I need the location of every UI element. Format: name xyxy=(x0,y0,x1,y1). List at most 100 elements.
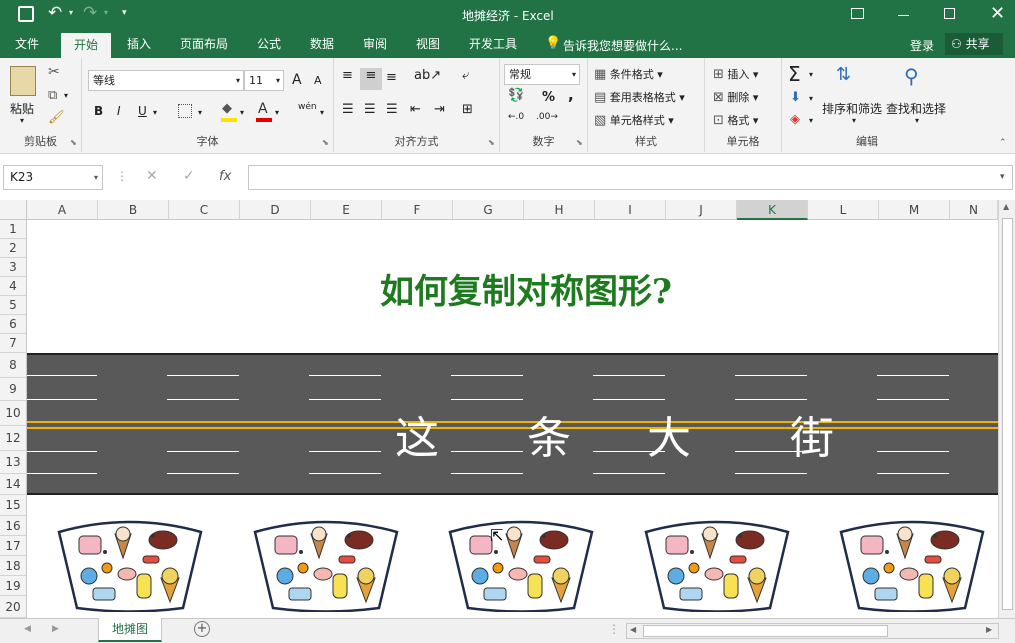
row-header[interactable]: 7 xyxy=(0,334,27,353)
cell-styles-button[interactable]: ▧ 单元格样式 ▾ xyxy=(594,112,674,128)
row-header[interactable]: 1 xyxy=(0,220,27,239)
font-launcher-icon[interactable]: ⬊ xyxy=(322,138,329,147)
row-header[interactable]: 20 xyxy=(0,596,27,618)
percent-button[interactable]: % xyxy=(542,90,555,105)
row-header[interactable]: 6 xyxy=(0,315,27,334)
horizontal-scrollbar[interactable]: ◀ ▶ xyxy=(626,623,999,639)
tab-data[interactable]: 数据 xyxy=(301,30,343,58)
column-header[interactable]: H xyxy=(524,200,595,220)
font-name-select[interactable]: 等线 ▾ xyxy=(88,70,244,91)
increase-indent-icon[interactable]: ⇥ xyxy=(434,102,445,117)
close-icon[interactable]: ✕ xyxy=(990,3,1005,24)
paste-dropdown-icon[interactable]: ▾ xyxy=(20,116,24,125)
next-sheet-icon[interactable]: ▶ xyxy=(52,624,59,634)
scroll-up-icon[interactable]: ▲ xyxy=(1003,202,1009,211)
tab-insert[interactable]: 插入 xyxy=(118,30,160,58)
fill-icon[interactable]: ⬇ xyxy=(790,90,801,105)
decrease-decimal-icon[interactable]: .00→ xyxy=(536,112,558,122)
align-top-icon[interactable]: ≡ xyxy=(342,68,353,83)
tab-developer[interactable]: 开发工具 xyxy=(460,30,526,58)
accounting-format-icon[interactable]: 💱 xyxy=(508,88,524,103)
orientation-icon[interactable]: ab↗ xyxy=(414,68,441,83)
column-header[interactable]: M xyxy=(879,200,950,220)
tab-file[interactable]: 文件 xyxy=(5,30,49,58)
align-center-icon[interactable]: ☰ xyxy=(364,102,376,117)
fill-color-icon[interactable]: ◆ xyxy=(222,101,232,116)
italic-button[interactable]: I xyxy=(117,104,121,118)
expand-formula-bar-icon[interactable]: ▾ xyxy=(1000,172,1005,182)
undo-icon[interactable]: ↶ xyxy=(48,3,62,23)
redo-icon[interactable]: ↷ xyxy=(83,3,97,23)
grow-font-button[interactable]: A xyxy=(292,72,302,88)
align-left-icon[interactable]: ☰ xyxy=(342,102,354,117)
column-header[interactable]: L xyxy=(808,200,879,220)
row-header[interactable]: 12 xyxy=(0,426,27,451)
stall-picture[interactable] xyxy=(642,516,792,613)
tab-home[interactable]: 开始 xyxy=(61,33,111,58)
fill-color-dropdown-icon[interactable]: ▾ xyxy=(240,108,244,117)
delete-cells-button[interactable]: ⊠ 删除 ▾ xyxy=(713,89,758,105)
stall-picture[interactable] xyxy=(55,516,205,613)
worksheet-grid[interactable]: ABCDEFGHIJKLMN 1 2 3 4 5 6 7 8 9 10 12 13 14 15 16 17 18… xyxy=(0,200,1015,618)
decrease-indent-icon[interactable]: ⇤ xyxy=(410,102,421,117)
column-header[interactable]: I xyxy=(595,200,666,220)
row-header[interactable]: 16 xyxy=(0,516,27,536)
row-header[interactable]: 4 xyxy=(0,277,27,296)
scroll-right-icon[interactable]: ▶ xyxy=(986,625,992,634)
underline-button[interactable]: U xyxy=(138,104,147,118)
share-button[interactable]: ⚇ 共享 xyxy=(945,33,1003,55)
sort-filter-icon[interactable]: ⇅ xyxy=(836,64,851,85)
autosum-icon[interactable]: Σ xyxy=(788,62,801,86)
row-header[interactable]: 18 xyxy=(0,556,27,576)
vertical-scroll-thumb[interactable] xyxy=(1002,218,1013,610)
paste-icon[interactable] xyxy=(10,66,36,96)
cancel-entry-icon[interactable]: ✕ xyxy=(146,168,158,184)
wrap-text-icon[interactable]: ⤶ xyxy=(462,68,469,83)
font-size-select[interactable]: 11 ▾ xyxy=(244,70,284,91)
tab-page-layout[interactable]: 页面布局 xyxy=(172,30,236,58)
road-shape[interactable]: 这 条 大 街 xyxy=(27,353,998,495)
font-color-icon[interactable]: A xyxy=(258,101,268,117)
prev-sheet-icon[interactable]: ◀ xyxy=(24,624,31,634)
minimize-icon[interactable] xyxy=(898,15,909,16)
undo-dropdown-icon[interactable]: ▾ xyxy=(69,8,73,17)
column-header[interactable]: B xyxy=(98,200,169,220)
column-header[interactable]: D xyxy=(240,200,311,220)
stall-picture[interactable] xyxy=(446,516,596,613)
clipboard-launcher-icon[interactable]: ⬊ xyxy=(70,138,77,147)
number-launcher-icon[interactable]: ⬊ xyxy=(576,138,583,147)
conditional-formatting-button[interactable]: ▦ 条件格式 ▾ xyxy=(594,66,663,82)
row-header[interactable]: 13 xyxy=(0,451,27,474)
row-header[interactable]: 8 xyxy=(0,353,27,378)
column-header[interactable]: F xyxy=(382,200,453,220)
format-cells-button[interactable]: ⊡ 格式 ▾ xyxy=(713,112,758,128)
number-format-select[interactable]: 常规 ▾ xyxy=(504,64,580,85)
horizontal-scroll-thumb[interactable] xyxy=(643,625,888,637)
save-icon[interactable] xyxy=(18,6,34,22)
phonetic-dropdown-icon[interactable]: ▾ xyxy=(320,108,324,117)
add-sheet-icon[interactable]: + xyxy=(194,621,210,637)
customize-toolbar-icon[interactable]: ▾ xyxy=(122,8,127,18)
tell-me-box[interactable]: 告诉我您想要做什么... xyxy=(563,37,682,54)
insert-function-button[interactable]: fx xyxy=(219,169,231,184)
row-header[interactable]: 2 xyxy=(0,239,27,258)
fill-dropdown-icon[interactable]: ▾ xyxy=(809,94,813,103)
row-header[interactable]: 14 xyxy=(0,474,27,495)
shrink-font-button[interactable]: A xyxy=(314,74,322,87)
scroll-left-icon[interactable]: ◀ xyxy=(630,625,636,634)
row-header[interactable]: 15 xyxy=(0,495,27,516)
insert-cells-button[interactable]: ⊞ 插入 ▾ xyxy=(713,66,758,82)
copy-dropdown-icon[interactable]: ▾ xyxy=(64,91,68,100)
cut-icon[interactable]: ✂ xyxy=(48,64,60,80)
column-header[interactable]: A xyxy=(27,200,98,220)
paste-button-label[interactable]: 粘贴 xyxy=(10,100,34,117)
copy-icon[interactable]: ⧉ xyxy=(48,88,57,103)
row-header[interactable]: 10 xyxy=(0,401,27,426)
sort-filter-button[interactable]: 排序和筛选 xyxy=(822,100,882,117)
format-painter-icon[interactable]: 🖌 xyxy=(48,110,65,125)
row-header[interactable]: 5 xyxy=(0,296,27,315)
select-all-corner[interactable] xyxy=(0,200,27,220)
stall-picture[interactable] xyxy=(837,516,987,613)
column-header[interactable]: E xyxy=(311,200,382,220)
maximize-icon[interactable] xyxy=(944,8,955,19)
